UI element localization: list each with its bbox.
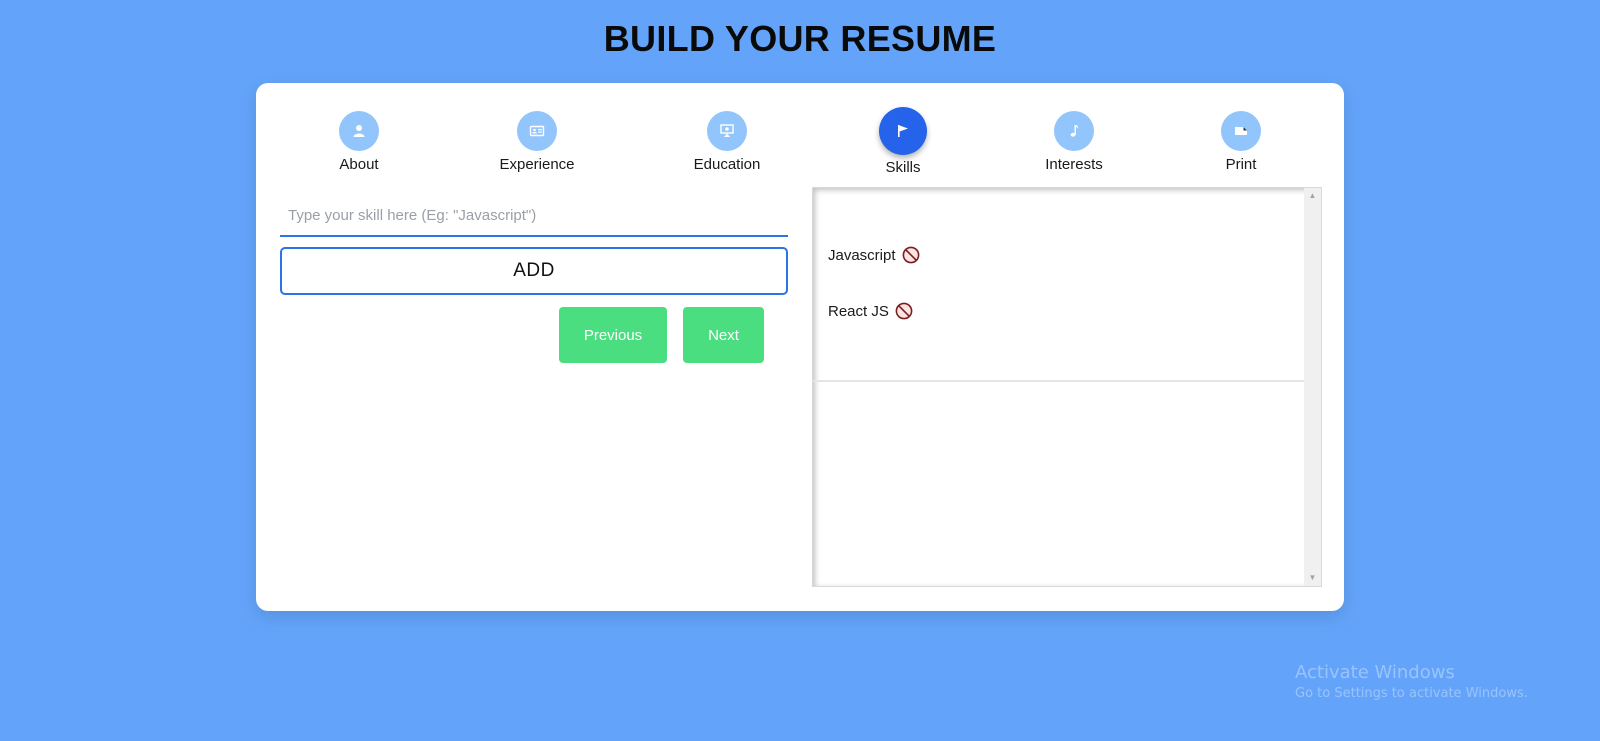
user-icon [353,125,365,137]
step-about-circle [339,111,379,151]
step-interests-circle [1054,111,1094,151]
step-about-label: About [339,156,379,173]
step-experience-circle [517,111,557,151]
step-nav: About Experience Education Skills Intere… [256,83,1344,183]
skill-input[interactable] [280,195,788,237]
page-title: BUILD YOUR RESUME [603,18,997,59]
step-print-label: Print [1225,156,1257,173]
prohibited-icon[interactable] [902,246,920,264]
page: BUILD YOUR RESUME About Experience Educa… [0,0,1600,741]
step-education-label: Education [693,156,761,173]
list-item: Javascript [828,243,920,267]
step-interests-label: Interests [1045,156,1103,173]
previous-button[interactable]: Previous [559,307,667,363]
graduation-icon [720,124,734,137]
scrollbar[interactable]: ▲ ▼ [1304,188,1321,586]
skill-name: Javascript [828,246,896,264]
step-experience[interactable]: Experience [477,111,597,173]
watermark-subtitle: Go to Settings to activate Windows. [1295,686,1528,701]
step-about[interactable]: About [299,111,419,173]
step-skills-label: Skills [885,159,921,176]
flag-icon [898,125,908,137]
preview-content: Javascript React JS [813,188,1305,586]
step-education[interactable]: Education [667,111,787,173]
preview-divider [813,380,1305,382]
step-skills[interactable]: Skills [843,107,963,176]
step-interests[interactable]: Interests [1014,111,1134,173]
watermark-title: Activate Windows [1295,662,1455,683]
step-print-circle [1221,111,1261,151]
step-skills-circle [879,107,927,155]
windows-watermark: Activate Windows Go to Settings to activ… [1295,662,1528,701]
resume-card: About Experience Education Skills Intere… [256,83,1344,611]
scroll-up-icon[interactable]: ▲ [1304,188,1321,204]
music-note-icon [1070,125,1079,137]
file-icon [1235,127,1247,135]
step-education-circle [707,111,747,151]
prohibited-icon[interactable] [895,302,913,320]
list-item: React JS [828,299,920,323]
next-button[interactable]: Next [683,307,764,363]
step-experience-label: Experience [499,156,575,173]
skills-preview[interactable]: Javascript React JS ▲ ▼ [812,187,1322,587]
step-print[interactable]: Print [1181,111,1301,173]
scroll-down-icon[interactable]: ▼ [1304,570,1321,586]
id-card-icon [529,125,545,137]
add-button[interactable]: ADD [280,247,788,295]
skill-name: React JS [828,302,889,320]
skill-list: Javascript React JS [828,243,920,355]
